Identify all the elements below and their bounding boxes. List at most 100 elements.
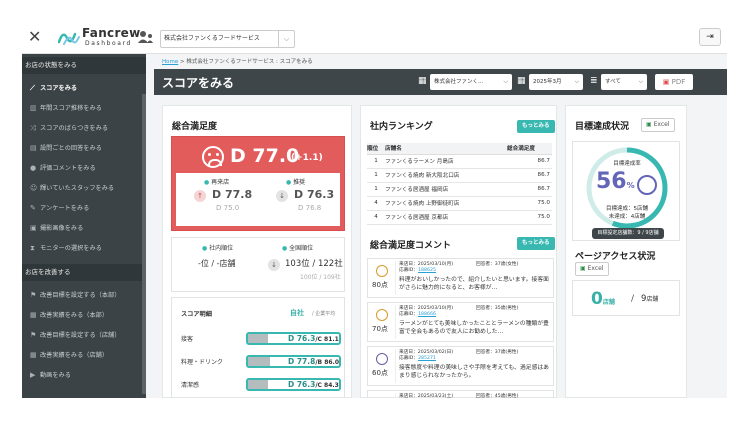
overall-score-panel: D 77.0 (+1.1) ● 再来店 ↑ D 77.8 D 75.0 ● 推奨…: [171, 136, 345, 231]
sidebar-item-result-hq[interactable]: ▦ 改善実績をみる（本部）: [22, 305, 146, 325]
flag-icon: ⚑: [30, 331, 37, 339]
bullet-icon: ●: [282, 245, 288, 252]
breadcrumb-current: > 株式会社ファンくるフードサービス : スコアをみる: [180, 59, 313, 65]
repeat-score: ● 再来店 ↑ D 77.8 D 75.0: [176, 173, 258, 226]
sidebar-item-goal-store[interactable]: ⚑ 改善目標を設定する（店舗）: [22, 325, 146, 345]
logout-button[interactable]: ⇥: [699, 28, 721, 46]
table-row[interactable]: 1 ファンくる居酒屋 福岡店 86.7: [367, 182, 552, 197]
arrow-down-icon: ↓: [268, 259, 280, 271]
application-id-link[interactable]: 188625: [418, 268, 436, 273]
sidebar-item-annual-trend[interactable]: ▥ 年間スコア推移をみる: [22, 98, 146, 118]
breadcrumb-home-link[interactable]: Home: [162, 59, 178, 65]
sub-scores: ● 再来店 ↑ D 77.8 D 75.0 ● 推奨 ↓ D 76.3 D 76…: [176, 173, 340, 226]
brand-logo: Fancrew Dashboard: [58, 26, 148, 50]
brand-name: Fancrew: [82, 26, 141, 40]
top-bar: ✕ Fancrew Dashboard 株式会社ファンくるフードサービス ⌵ ⇥: [22, 22, 727, 54]
overall-title: 総合満足度: [172, 122, 218, 132]
sidebar-section-improve: お店を改善する: [22, 264, 146, 281]
clipboard-icon: ▤: [30, 144, 37, 152]
ranking-card: 社内ランキング もっとみる 順位 店舗名 総合満足度 1 ファンくるラーメン 月島…: [360, 105, 557, 398]
chevron-down-icon: ⌵: [278, 31, 294, 47]
ranking-more-button[interactable]: もっとみる: [517, 120, 555, 133]
calendar-icon: ▦: [517, 76, 526, 86]
sad-face-icon: [637, 175, 657, 195]
goal-excel-button[interactable]: ▣ Excel: [641, 118, 675, 132]
chevron-down-icon: ⌵: [638, 78, 643, 85]
app-window: ✕ Fancrew Dashboard 株式会社ファンくるフードサービス ⌵ ⇥…: [22, 22, 727, 398]
access-title: ページアクセス状況: [575, 252, 656, 262]
overall-delta: (+1.1): [291, 153, 323, 163]
store-select[interactable]: 株式会社ファンく… ⌵: [430, 74, 512, 90]
comment-icon: ●: [30, 164, 37, 172]
goal-gauge: 目標達成率 56% 目標達成：5店舗 未達成：4店舗 目標設定店舗数：9 / 9店…: [572, 141, 680, 241]
score-bar-fill: [248, 380, 269, 389]
pdf-icon: ▣: [662, 78, 670, 86]
bar-chart-icon: ▥: [30, 104, 37, 112]
comments-more-button[interactable]: もっとみる: [517, 237, 555, 250]
comment-item: 来店日：2025/03/23(土) 回答者：45歳(男性): [367, 390, 554, 398]
national-rank-value: 103位 / 122社: [285, 259, 343, 269]
table-row[interactable]: 4 ファンくる居酒屋 京都店 75.0: [367, 210, 552, 225]
filter-icon: ≣: [590, 76, 598, 86]
filter-select[interactable]: すべて ⌵: [601, 74, 647, 90]
company-select[interactable]: 株式会社ファンくるフードサービス ⌵: [160, 30, 295, 48]
internal-rank-value: -位 / -店舗: [198, 259, 236, 268]
goal-rate: 56%: [596, 169, 635, 194]
table-row[interactable]: 1 ファンくる焼肉 新大阪北口店 86.7: [367, 168, 552, 183]
table-row[interactable]: 4 ファンくる焼肉 上野御徒町店 75.0: [367, 196, 552, 211]
edit-icon: ✎: [30, 204, 36, 212]
month-select[interactable]: 2025年3月 ⌵: [529, 74, 583, 90]
shuffle-icon: ⤨: [30, 124, 36, 132]
sidebar-item-photos[interactable]: ▣ 撮影画像をみる: [22, 218, 146, 238]
pdf-button[interactable]: ▣ PDF: [655, 74, 693, 90]
access-excel-button[interactable]: ▣ Excel: [575, 262, 609, 276]
national-rank-prev: 100位 / 109社: [300, 274, 341, 281]
face-rating-icon: [376, 265, 388, 277]
comment-item: 80点 来店日：2025/03/10(月) 応募ID：188625 回答者：37歳(女…: [367, 258, 554, 298]
close-icon[interactable]: ✕: [28, 29, 41, 45]
hourglass-icon: ⧗: [30, 244, 35, 252]
goal-set-stores: 目標設定店舗数：9 / 9店舗: [592, 228, 664, 239]
application-id-link[interactable]: 188666: [418, 312, 436, 317]
overall-satisfaction-card: 総合満足度 D 77.0 (+1.1) ● 再来店 ↑ D 77.8 D 75.…: [162, 105, 352, 398]
score-bar: D 77.8/B 86.0: [246, 355, 341, 368]
sidebar-item-video[interactable]: ▶ 動画をみる: [22, 365, 146, 385]
sidebar-item-score[interactable]: ⟋ スコアをみる: [22, 78, 146, 98]
score-detail-box: スコア明細 自社 / 企業平均 接客 D 76.3/C 81.1 料理・ドリンク D …: [171, 297, 345, 398]
table-row[interactable]: 1 ファンくるラーメン 月島店 86.7: [367, 154, 552, 169]
rank-box: ● 社内順位 ● 全国順位 -位 / -店舗 ↓ 103位 / 122社 100…: [171, 237, 345, 292]
sidebar-item-result-store[interactable]: ▦ 改善実績をみる（店舗）: [22, 345, 146, 365]
main-content: Home > 株式会社ファンくるフードサービス : スコアをみる スコアをみる …: [146, 54, 727, 398]
arrow-down-icon: ↓: [276, 190, 288, 202]
sidebar-item-answers[interactable]: ▤ 設問ごとの回答をみる: [22, 138, 146, 158]
sidebar-item-goal-hq[interactable]: ⚑ 改善目標を設定する（本部）: [22, 285, 146, 305]
ranking-title: 社内ランキング: [370, 122, 433, 132]
comment-item: 60点 来店日：2025/03/02(日) 応募ID：285271 回答者：37歳(男…: [367, 346, 554, 386]
video-icon: ▶: [30, 371, 36, 379]
score-bar-fill: [248, 334, 269, 343]
brand-subtitle: Dashboard: [85, 40, 132, 47]
image-icon: ▣: [30, 224, 37, 232]
comment-item: 70点 来店日：2025/03/10(月) 応募ID：188666 回答者：35歳(男…: [367, 302, 554, 342]
face-rating-icon: [376, 353, 388, 365]
access-box: 0店舗 / 9店舗: [572, 280, 680, 316]
excel-icon: ▣: [580, 265, 586, 272]
sidebar-item-staff[interactable]: ☺ 輝いていたスタッフをみる: [22, 178, 146, 198]
chevron-down-icon: ⌵: [574, 78, 579, 85]
recommend-score: ● 推奨 ↓ D 76.3 D 76.8: [258, 173, 340, 226]
building-icon: ▦: [418, 76, 427, 86]
sidebar-item-monitor[interactable]: ⧗ モニターの選択をみる: [22, 238, 146, 258]
user-switch-icon[interactable]: [138, 30, 154, 44]
sidebar-item-survey[interactable]: ✎ アンケートをみる: [22, 198, 146, 218]
application-id-link[interactable]: 285271: [418, 356, 436, 361]
score-bar: D 76.3/C 84.3: [246, 378, 341, 391]
sidebar-item-comments[interactable]: ● 評価コメントをみる: [22, 158, 146, 178]
sidebar-section-state: お店の状態をみる: [22, 57, 146, 74]
excel-icon: ▣: [646, 121, 652, 128]
chart-icon: ⟋: [30, 84, 35, 92]
page-title: スコアをみる: [162, 76, 235, 90]
score-detail-row: 清潔感 D 76.3/C 84.3: [181, 376, 341, 392]
goal-card: 目標達成状況 ▣ Excel 目標達成率 56% 目標達成：5店舗 未達成：4店舗…: [565, 105, 687, 398]
sidebar-item-variance[interactable]: ⤨ スコアのばらつきをみる: [22, 118, 146, 138]
comments-title: 総合満足度コメント: [370, 241, 452, 251]
